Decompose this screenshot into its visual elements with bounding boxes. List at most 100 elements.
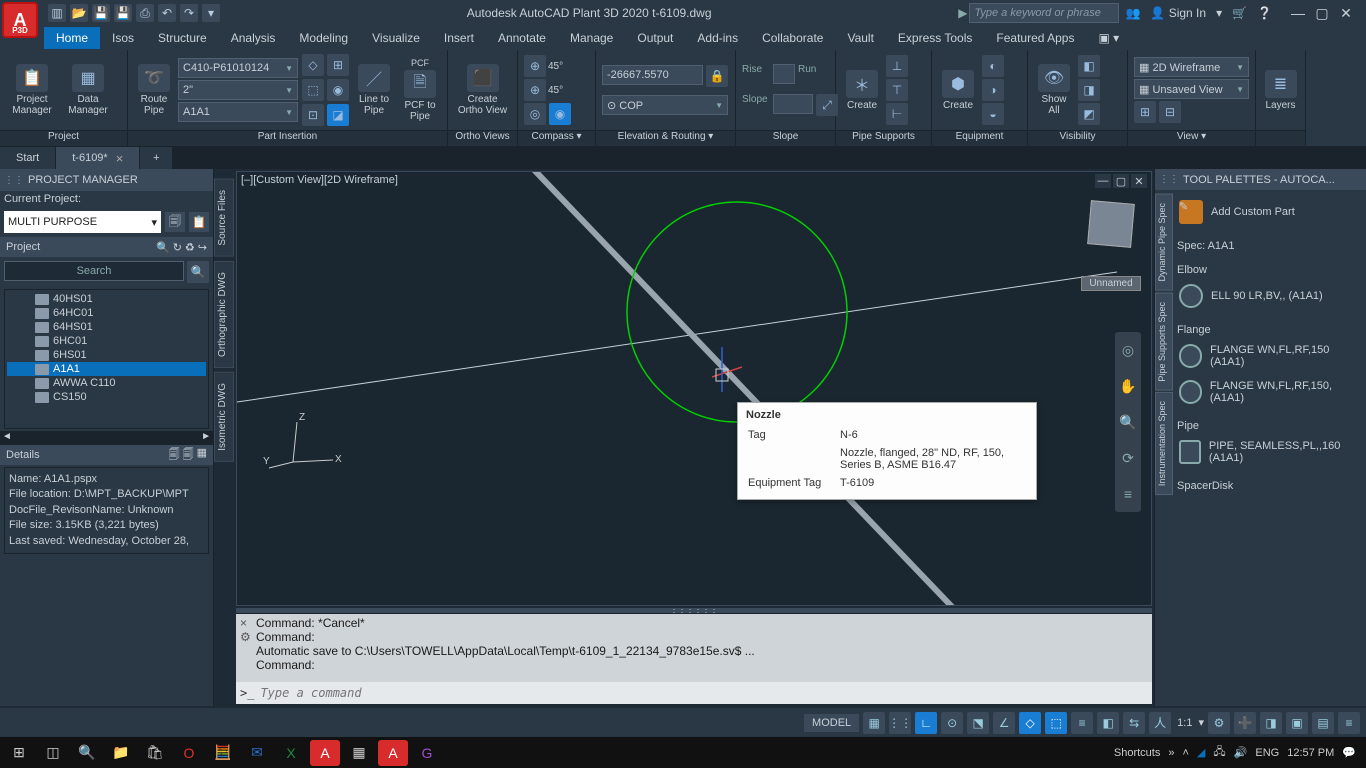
tab-collaborate[interactable]: Collaborate <box>750 27 835 49</box>
opera-icon[interactable]: O <box>174 740 204 766</box>
route-pipe-button[interactable]: ➰Route Pipe <box>134 64 174 116</box>
qat-save-icon[interactable]: 💾 <box>92 4 110 22</box>
qat-redo-icon[interactable]: ↷ <box>180 4 198 22</box>
sb-ws-icon[interactable]: ➕ <box>1234 712 1256 734</box>
tray-autodesk-icon[interactable]: ◢ <box>1197 746 1205 759</box>
compass-a1-icon[interactable]: ⊕ <box>524 55 546 77</box>
slope-toggle-icon[interactable]: ⤢ <box>816 94 838 116</box>
tp-item-pipe-1[interactable]: PIPE, SEAMLESS,PL,,160 (A1A1) <box>1177 434 1362 470</box>
command-input[interactable] <box>260 686 1077 700</box>
pi-btn-2[interactable]: ⊞ <box>327 54 349 76</box>
doctab-start[interactable]: Start <box>0 147 56 169</box>
elev-lock-icon[interactable]: 🔒 <box>706 65 728 87</box>
sidetab-source[interactable]: Source Files <box>214 179 234 257</box>
tp-item-elbow-1[interactable]: ELL 90 LR,BV,, (A1A1) <box>1177 278 1362 314</box>
pm-paste-icon[interactable]: 📋 <box>189 212 209 232</box>
project-tree[interactable]: 40HS01 64HC01 64HS01 6HC01 6HS01 A1A1 AW… <box>4 289 209 429</box>
sup-btn-1[interactable]: ⊥ <box>886 55 908 77</box>
cop-dropdown[interactable]: ⊙ COP▼ <box>602 95 728 115</box>
add-custom-part-button[interactable]: ✎Add Custom Part <box>1177 194 1362 230</box>
tab-vault[interactable]: Vault <box>835 27 885 49</box>
app-icon-2[interactable]: ▦ <box>344 740 374 766</box>
layers-button[interactable]: ≣Layers <box>1262 70 1299 111</box>
help-search-input[interactable]: Type a keyword or phrase <box>969 3 1119 23</box>
navigation-bar[interactable]: ◎ ✋ 🔍 ⟳ ≡ <box>1115 332 1141 512</box>
drawing-canvas[interactable]: [–][Custom View][2D Wireframe] — ▢ ✕ Unn… <box>236 171 1152 606</box>
viewcube-label[interactable]: Unnamed <box>1081 276 1141 291</box>
nav-zoom-icon[interactable]: 🔍 <box>1119 414 1136 431</box>
store-icon[interactable]: 🛍 <box>140 740 170 766</box>
compass-btn-2[interactable]: ◉ <box>549 103 571 125</box>
app-icon[interactable]: AP3D <box>2 2 38 38</box>
tab-insert[interactable]: Insert <box>432 27 486 49</box>
viewcube[interactable]: Unnamed <box>1081 202 1141 291</box>
minimize-button[interactable]: — <box>1288 4 1308 22</box>
tab-structure[interactable]: Structure <box>146 27 219 49</box>
task-view-icon[interactable]: ◫ <box>38 740 68 766</box>
explorer-icon[interactable]: 📁 <box>106 740 136 766</box>
pi-btn-4[interactable]: ◉ <box>327 79 349 101</box>
tree-item[interactable]: 6HC01 <box>7 334 206 348</box>
tree-item[interactable]: 64HS01 <box>7 320 206 334</box>
tab-extra-icon[interactable]: ▣ ▾ <box>1086 27 1131 49</box>
search-taskbar-icon[interactable]: 🔍 <box>72 740 102 766</box>
visual-style-dropdown[interactable]: ▦ 2D Wireframe▼ <box>1134 57 1249 77</box>
qat-open-icon[interactable]: 📂 <box>70 4 88 22</box>
sb-ann-icon[interactable]: ◨ <box>1260 712 1282 734</box>
tp-tab-instr[interactable]: Instrumentation Spec <box>1155 392 1173 495</box>
tp-item-flange-2[interactable]: FLANGE WN,FL,RF,150, (A1A1) <box>1177 374 1362 410</box>
sb-grid-icon[interactable]: ▦ <box>863 712 885 734</box>
sb-osnap-icon[interactable]: ◇ <box>1019 712 1041 734</box>
tree-item[interactable]: CS150 <box>7 390 206 404</box>
qat-saveas-icon[interactable]: 💾 <box>114 4 132 22</box>
tree-item[interactable]: 40HS01 <box>7 292 206 306</box>
view-btn-2[interactable]: ⊟ <box>1159 101 1181 123</box>
outlook-icon[interactable]: ✉ <box>242 740 272 766</box>
sign-in-button[interactable]: 👤 Sign In <box>1150 6 1206 20</box>
nav-pan-icon[interactable]: ✋ <box>1119 378 1136 395</box>
doctab-file[interactable]: t-6109*× <box>56 147 140 169</box>
tree-item[interactable]: AWWA C110 <box>7 376 206 390</box>
eq-btn-1[interactable]: ◐ <box>982 55 1004 77</box>
sb-clean-icon[interactable]: ▤ <box>1312 712 1334 734</box>
line-to-pipe-button[interactable]: ／Line to Pipe <box>353 64 395 116</box>
app-exchange-icon[interactable]: ▾ <box>1216 6 1222 20</box>
sidetab-iso[interactable]: Isometric DWG <box>214 372 234 462</box>
tp-tab-dynspec[interactable]: Dynamic Pipe Spec <box>1155 194 1173 291</box>
qat-undo-icon[interactable]: ↶ <box>158 4 176 22</box>
qat-more-icon[interactable]: ▾ <box>202 4 220 22</box>
show-all-button[interactable]: 👁Show All <box>1034 64 1074 116</box>
sidetab-ortho[interactable]: Orthographic DWG <box>214 261 234 368</box>
det-ic-1[interactable]: 🗐 <box>169 446 180 465</box>
excel-icon[interactable]: X <box>276 740 306 766</box>
sb-scale[interactable]: 1:1 <box>1175 717 1194 729</box>
sb-trans-icon[interactable]: ◧ <box>1097 712 1119 734</box>
pm-refresh-icon[interactable]: ↻ <box>173 241 182 254</box>
sb-3dosnap-icon[interactable]: ⬚ <box>1045 712 1067 734</box>
pm-copy-icon[interactable]: 🗐 <box>165 212 185 232</box>
elevation-value[interactable]: -26667.5570 <box>602 65 703 85</box>
project-manager-button[interactable]: 📋Project Manager <box>6 64 58 116</box>
sb-iso-icon[interactable]: ⬔ <box>967 712 989 734</box>
cmd-close-icon[interactable]: × <box>240 616 256 630</box>
maximize-button[interactable]: ▢ <box>1312 4 1332 22</box>
sup-btn-2[interactable]: ⊤ <box>886 79 908 101</box>
data-manager-button[interactable]: ▦Data Manager <box>62 64 114 116</box>
sb-max-icon[interactable]: ▣ <box>1286 712 1308 734</box>
size-dropdown[interactable]: 2"▼ <box>178 80 298 100</box>
sb-menu-icon[interactable]: ≡ <box>1338 712 1360 734</box>
tp-item-flange-1[interactable]: FLANGE WN,FL,RF,150 (A1A1) <box>1177 338 1362 374</box>
project-search-input[interactable]: Search <box>4 261 184 281</box>
compass-btn-1[interactable]: ◎ <box>524 103 546 125</box>
tab-featured[interactable]: Featured Apps <box>984 27 1086 49</box>
nav-orbit-icon[interactable]: ⟳ <box>1122 450 1134 467</box>
tray-clock[interactable]: 12:57 PM <box>1287 747 1334 759</box>
sb-lw-icon[interactable]: ≡ <box>1071 712 1093 734</box>
nav-wheel-icon[interactable]: ◎ <box>1122 342 1134 359</box>
nav-showmore-icon[interactable]: ≡ <box>1124 486 1132 502</box>
vis-btn-2[interactable]: ◨ <box>1078 79 1100 101</box>
model-space-button[interactable]: MODEL <box>804 714 859 732</box>
equip-create-button[interactable]: ⬢Create <box>938 70 978 111</box>
tab-analysis[interactable]: Analysis <box>219 27 288 49</box>
sb-cycle-icon[interactable]: ⇆ <box>1123 712 1145 734</box>
